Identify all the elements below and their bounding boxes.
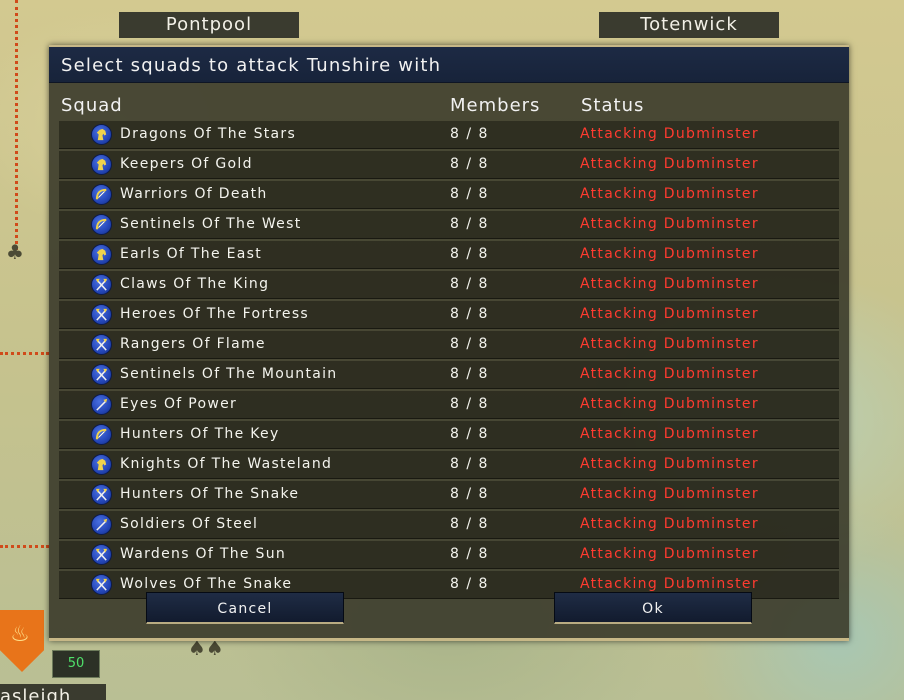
squad-name: Warriors Of Death	[120, 186, 268, 202]
column-header-squad: Squad	[61, 95, 123, 116]
horse-head-icon	[91, 454, 112, 475]
squad-row[interactable]: Wardens Of The Sun 8 / 8 Attacking Dubmins…	[59, 541, 839, 569]
squad-members: 8 / 8	[450, 186, 489, 202]
squad-name: Soldiers Of Steel	[120, 516, 259, 532]
squad-members: 8 / 8	[450, 126, 489, 142]
bow-icon	[91, 424, 112, 445]
squad-row[interactable]: Rangers Of Flame 8 / 8 Attacking Dubminste…	[59, 331, 839, 359]
crossed-axes-icon	[91, 304, 112, 325]
squad-row[interactable]: Hunters Of The Snake 8 / 8 Attacking Dubmi…	[59, 481, 839, 509]
squad-members: 8 / 8	[450, 456, 489, 472]
squad-name: Earls Of The East	[120, 246, 263, 262]
squad-row[interactable]: Soldiers Of Steel 8 / 8 Attacking Dubminst…	[59, 511, 839, 539]
squad-name: Wardens Of The Sun	[120, 546, 287, 562]
squad-members: 8 / 8	[450, 546, 489, 562]
squad-name: Dragons Of The Stars	[120, 126, 297, 142]
squad-members: 8 / 8	[450, 306, 489, 322]
spear-icon	[91, 394, 112, 415]
column-header-members: Members	[450, 95, 541, 116]
horse-head-icon	[91, 244, 112, 265]
crossed-axes-icon	[91, 364, 112, 385]
squad-members: 8 / 8	[450, 396, 489, 412]
trees-icon: ♣	[6, 240, 24, 264]
squad-members: 8 / 8	[450, 486, 489, 502]
squad-row[interactable]: Warriors Of Death 8 / 8 Attacking Dubminst…	[59, 181, 839, 209]
squad-status: Attacking Dubminster	[580, 246, 759, 262]
squad-row[interactable]: Knights Of The Wasteland 8 / 8 Attacking D…	[59, 451, 839, 479]
squad-status: Attacking Dubminster	[580, 486, 759, 502]
column-header-status: Status	[581, 95, 645, 116]
squad-status: Attacking Dubminster	[580, 276, 759, 292]
crossed-axes-icon	[91, 484, 112, 505]
squad-name: Heroes Of The Fortress	[120, 306, 310, 322]
crossed-axes-icon	[91, 574, 112, 595]
squad-status: Attacking Dubminster	[580, 156, 759, 172]
squad-name: Keepers Of Gold	[120, 156, 253, 172]
squad-row[interactable]: Dragons Of The Stars 8 / 8 Attacking Dubmi…	[59, 121, 839, 149]
squad-members: 8 / 8	[450, 426, 489, 442]
horse-head-icon	[91, 154, 112, 175]
squad-status: Attacking Dubminster	[580, 366, 759, 382]
squad-status: Attacking Dubminster	[580, 546, 759, 562]
squad-status: Attacking Dubminster	[580, 516, 759, 532]
squad-members: 8 / 8	[450, 516, 489, 532]
ok-button[interactable]: Ok	[554, 592, 752, 624]
select-squads-dialog: Select squads to attack Tunshire with Sq…	[49, 45, 849, 641]
road-path	[0, 545, 49, 548]
squad-members: 8 / 8	[450, 336, 489, 352]
city-label-pontpool[interactable]: Pontpool	[119, 12, 299, 38]
squad-name: Eyes Of Power	[120, 396, 238, 412]
squad-members: 8 / 8	[450, 366, 489, 382]
squad-name: Sentinels Of The Mountain	[120, 366, 338, 382]
squad-members: 8 / 8	[450, 216, 489, 232]
squad-row[interactable]: Earls Of The East 8 / 8 Attacking Dubminst…	[59, 241, 839, 269]
torch-icon: ♨	[10, 622, 30, 647]
dialog-title: Select squads to attack Tunshire with	[49, 45, 849, 83]
squad-status: Attacking Dubminster	[580, 216, 759, 232]
squad-status: Attacking Dubminster	[580, 306, 759, 322]
squad-row[interactable]: Eyes Of Power 8 / 8 Attacking Dubminster	[59, 391, 839, 419]
squad-status: Attacking Dubminster	[580, 336, 759, 352]
squad-row[interactable]: Claws Of The King 8 / 8 Attacking Dubminst…	[59, 271, 839, 299]
horse-head-icon	[91, 124, 112, 145]
squad-row[interactable]: Heroes Of The Fortress 8 / 8 Attacking Dub…	[59, 301, 839, 329]
city-label-partial[interactable]: asleigh	[0, 684, 106, 700]
crossed-axes-icon	[91, 274, 112, 295]
bow-icon	[91, 184, 112, 205]
city-label-totenwick[interactable]: Totenwick	[599, 12, 779, 38]
squad-status: Attacking Dubminster	[580, 126, 759, 142]
road-path	[0, 352, 49, 355]
squad-status: Attacking Dubminster	[580, 426, 759, 442]
squad-name: Knights Of The Wasteland	[120, 456, 333, 472]
squad-members: 8 / 8	[450, 246, 489, 262]
squad-status: Attacking Dubminster	[580, 186, 759, 202]
cancel-button[interactable]: Cancel	[146, 592, 344, 624]
spear-icon	[91, 514, 112, 535]
road-path	[15, 0, 18, 250]
squad-name: Sentinels Of The West	[120, 216, 302, 232]
squad-row[interactable]: Sentinels Of The Mountain 8 / 8 Attacking …	[59, 361, 839, 389]
squad-name: Hunters Of The Snake	[120, 486, 300, 502]
squad-members: 8 / 8	[450, 276, 489, 292]
squad-status: Attacking Dubminster	[580, 396, 759, 412]
squad-list: Dragons Of The Stars 8 / 8 Attacking Dubmi…	[59, 121, 839, 601]
bow-icon	[91, 214, 112, 235]
crossed-axes-icon	[91, 334, 112, 355]
squad-members: 8 / 8	[450, 156, 489, 172]
squad-status: Attacking Dubminster	[580, 456, 759, 472]
squad-name: Hunters Of The Key	[120, 426, 280, 442]
squad-name: Rangers Of Flame	[120, 336, 266, 352]
crossed-axes-icon	[91, 544, 112, 565]
squad-row[interactable]: Hunters Of The Key 8 / 8 Attacking Dubmins…	[59, 421, 839, 449]
squad-members: 8 / 8	[450, 576, 489, 592]
town-shield-icon[interactable]: ♨	[0, 610, 44, 672]
squad-name: Claws Of The King	[120, 276, 270, 292]
squad-row[interactable]: Sentinels Of The West 8 / 8 Attacking Dubm…	[59, 211, 839, 239]
troop-count-badge: 50	[52, 650, 100, 678]
squad-row[interactable]: Keepers Of Gold 8 / 8 Attacking Dubminster	[59, 151, 839, 179]
